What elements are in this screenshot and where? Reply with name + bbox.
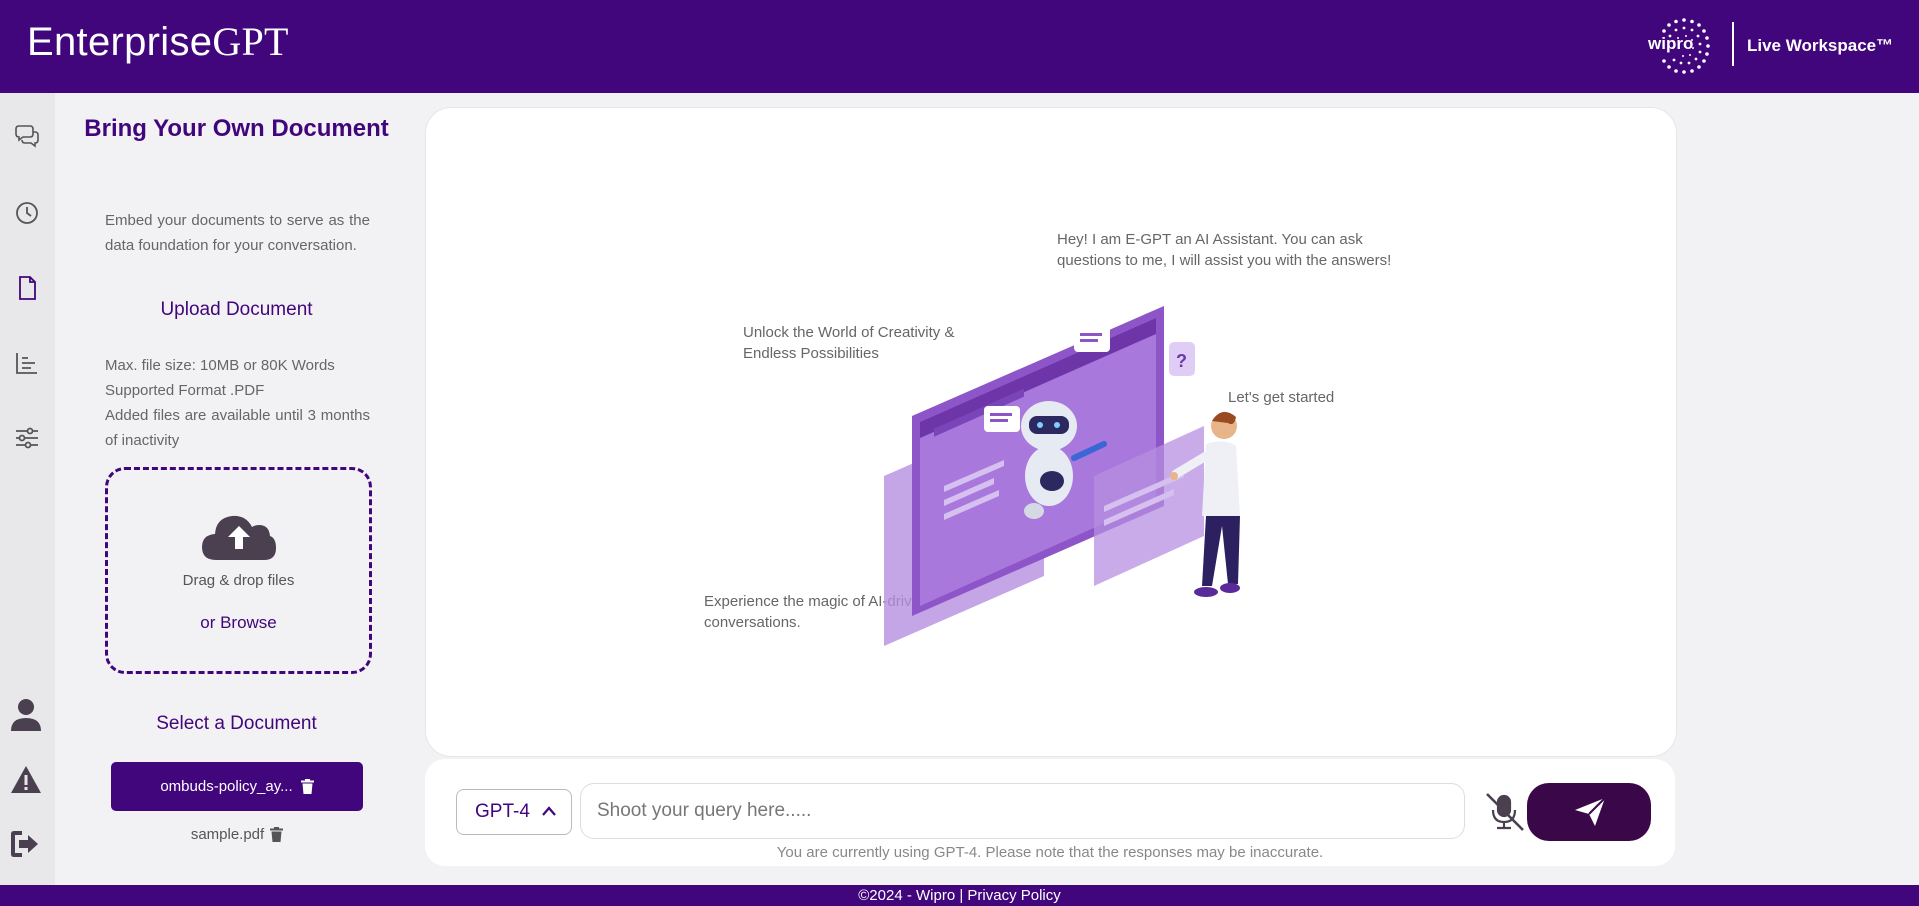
user-icon[interactable] — [10, 698, 42, 732]
trash-icon[interactable] — [270, 827, 284, 842]
icon-rail — [0, 93, 55, 885]
document-name: sample.pdf — [190, 826, 265, 843]
model-disclaimer: You are currently using GPT-4. Please no… — [776, 844, 1324, 861]
document-item[interactable]: sample.pdf — [111, 826, 363, 843]
send-icon — [1575, 797, 1606, 826]
app-title-part1: Enterprise — [27, 20, 213, 64]
document-panel: Bring Your Own Document Embed your docum… — [55, 93, 418, 885]
history-icon[interactable] — [13, 199, 41, 227]
ai-assistant-illustration: ? — [884, 306, 1240, 646]
panel-title: Bring Your Own Document — [84, 115, 389, 142]
document-icon[interactable] — [13, 274, 41, 302]
composer: GPT-4 You are currently using GPT-4. Ple… — [425, 759, 1675, 866]
analytics-icon[interactable] — [13, 349, 41, 377]
workspace-label: Live Workspace™ — [1747, 36, 1894, 55]
model-selector[interactable]: GPT-4 — [456, 789, 572, 835]
document-item-selected[interactable]: ombuds-policy_ay... — [111, 762, 363, 811]
chat-icon[interactable] — [13, 123, 41, 151]
chat-area: Hey! I am E-GPT an AI Assistant. You can… — [425, 107, 1677, 757]
upload-info-size: Max. file size: 10MB or 80K Words — [105, 357, 335, 374]
svg-text:?: ? — [1176, 351, 1187, 371]
mic-muted-icon[interactable] — [1483, 790, 1527, 834]
greeting-text: Hey! I am E-GPT an AI Assistant. You can… — [1057, 231, 1392, 269]
upload-info-retention: Added files are available until 3 months… — [105, 407, 370, 449]
model-label: GPT-4 — [475, 801, 530, 822]
cloud-upload-icon — [202, 515, 276, 560]
app-title: EnterpriseGPT — [27, 18, 289, 65]
browse-link[interactable]: or Browse — [108, 613, 369, 633]
drag-drop-text: Drag & drop files — [182, 572, 295, 589]
logout-icon[interactable] — [10, 829, 42, 859]
footer-separator: | — [955, 887, 968, 904]
header-divider — [1732, 22, 1734, 66]
document-name: ombuds-policy_ay... — [160, 778, 293, 795]
file-dropzone[interactable]: Drag & drop files or Browse — [105, 467, 372, 674]
footer: ©2024 - Wipro | Privacy Policy — [0, 885, 1919, 906]
copyright-text: ©2024 - Wipro — [858, 887, 956, 904]
send-button[interactable] — [1527, 783, 1651, 841]
panel-description: Embed your documents to serve as the dat… — [105, 212, 370, 254]
wipro-logo-text: wipro — [1648, 34, 1694, 53]
upload-info-format: Supported Format .PDF — [105, 382, 265, 399]
settings-sliders-icon[interactable] — [13, 424, 41, 452]
trash-icon[interactable] — [300, 779, 314, 794]
chevron-up-icon — [542, 806, 556, 816]
privacy-policy-link[interactable]: Privacy Policy — [967, 887, 1060, 904]
upload-info: Max. file size: 10MB or 80K Words Suppor… — [105, 353, 370, 453]
query-input[interactable] — [580, 783, 1465, 839]
top-bar: EnterpriseGPT wipro Live Workspace™ — [0, 0, 1919, 93]
select-document-title: Select a Document — [156, 713, 317, 734]
upload-title: Upload Document — [160, 299, 313, 320]
warning-icon[interactable] — [10, 765, 42, 795]
app-title-part2: GPT — [212, 19, 289, 64]
